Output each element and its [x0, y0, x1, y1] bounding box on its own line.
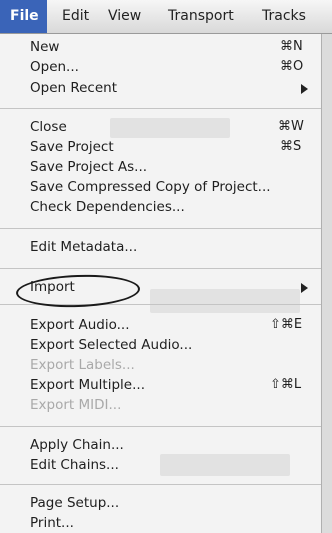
menu-separator: [0, 228, 321, 229]
menu-item-print[interactable]: Print...: [30, 514, 74, 532]
menu-separator: [0, 426, 321, 427]
menu-separator: [0, 268, 321, 269]
menu-item-edit-metadata[interactable]: Edit Metadata...: [30, 238, 137, 256]
menu-separator: [0, 484, 321, 485]
menu-item-new[interactable]: New: [30, 38, 59, 56]
menu-item-save-project-as[interactable]: Save Project As...: [30, 158, 147, 176]
menu-item-export-multiple[interactable]: Export Multiple...: [30, 376, 145, 394]
shortcut-new: ⌘N: [280, 39, 303, 54]
background-ghost: [150, 289, 300, 313]
menu-transport[interactable]: Transport: [168, 0, 234, 33]
screen: File Edit View Transport Tracks New ⌘N O…: [0, 0, 332, 533]
menu-tracks[interactable]: Tracks: [262, 0, 306, 33]
menu-item-save-compressed-copy[interactable]: Save Compressed Copy of Project...: [30, 178, 271, 196]
menu-bar: File Edit View Transport Tracks: [0, 0, 332, 34]
shortcut-close: ⌘W: [278, 119, 304, 134]
menu-item-apply-chain[interactable]: Apply Chain...: [30, 436, 124, 454]
menu-edit[interactable]: Edit: [62, 0, 89, 33]
shortcut-save: ⌘S: [280, 139, 302, 154]
menu-item-edit-chains[interactable]: Edit Chains...: [30, 456, 119, 474]
menu-item-open-recent[interactable]: Open Recent: [30, 79, 117, 97]
background-ghost: [160, 454, 290, 476]
menu-item-export-selected-audio[interactable]: Export Selected Audio...: [30, 336, 192, 354]
menu-item-save-project[interactable]: Save Project: [30, 138, 114, 156]
submenu-arrow-icon: [301, 283, 308, 293]
menu-item-open[interactable]: Open...: [30, 58, 79, 76]
menu-item-page-setup[interactable]: Page Setup...: [30, 494, 119, 512]
menu-file[interactable]: File: [0, 0, 47, 33]
menu-separator: [0, 108, 321, 109]
shortcut-export-audio: ⇧⌘E: [270, 317, 303, 332]
menu-item-export-labels: Export Labels...: [30, 357, 135, 373]
file-menu-dropdown: New ⌘N Open... ⌘O Open Recent Close ⌘W S…: [0, 34, 322, 533]
menu-view[interactable]: View: [108, 0, 141, 33]
background-ghost: [110, 118, 230, 138]
background-scroll-strip: [322, 34, 332, 533]
menu-item-close[interactable]: Close: [30, 118, 67, 136]
menu-item-export-midi: Export MIDI...: [30, 397, 122, 413]
submenu-arrow-icon: [301, 84, 308, 94]
menu-item-check-dependencies[interactable]: Check Dependencies...: [30, 198, 185, 216]
shortcut-export-multiple: ⇧⌘L: [270, 377, 302, 392]
shortcut-open: ⌘O: [280, 59, 304, 74]
menu-item-export-audio[interactable]: Export Audio...: [30, 316, 130, 334]
